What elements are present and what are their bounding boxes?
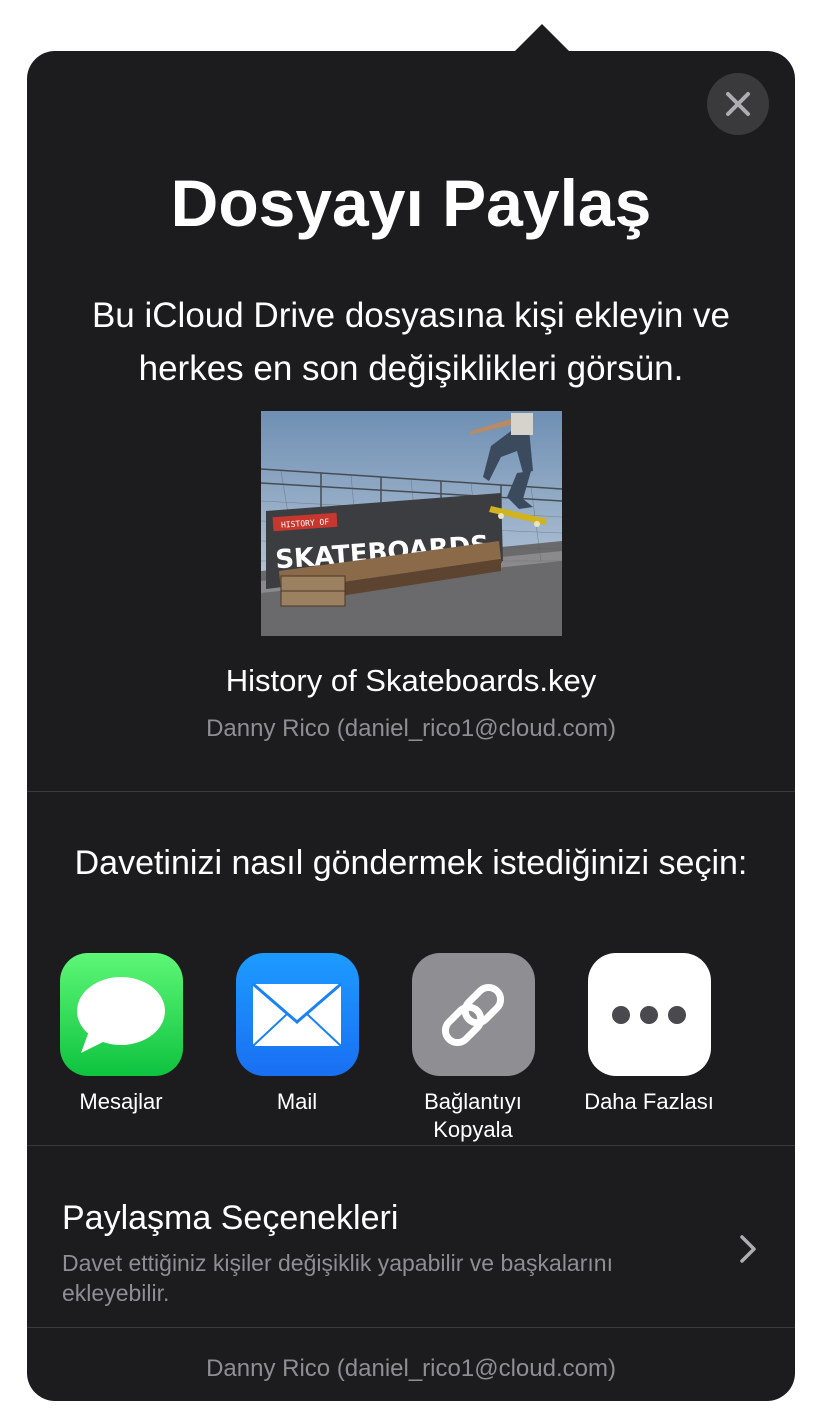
file-owner: Danny Rico (daniel_rico1@cloud.com)	[206, 715, 616, 742]
copy-link-button[interactable]: Bağlantıyı Kopyala	[385, 953, 561, 1144]
share-messages-button[interactable]: Mesajlar	[33, 953, 209, 1116]
file-thumbnail: HISTORY OF SKATEBOARDS	[261, 411, 562, 636]
dialog-title: Dosyayı Paylaş	[170, 166, 652, 240]
divider	[27, 1327, 795, 1328]
chevron-right-icon	[740, 1235, 756, 1263]
more-icon	[587, 953, 711, 1076]
copy-link-label: Bağlantıyı Kopyala	[424, 1089, 522, 1142]
share-messages-label: Mesajlar	[79, 1089, 163, 1114]
share-more-button[interactable]: Daha Fazlası	[561, 953, 737, 1116]
share-mail-label: Mail	[276, 1089, 318, 1114]
share-options-description: Davet ettiğiniz kişiler değişiklik yapab…	[62, 1250, 613, 1306]
divider	[27, 791, 795, 792]
messages-icon	[59, 953, 183, 1076]
invite-prompt: Davetinizi nasıl göndermek istediğinizi …	[74, 844, 748, 882]
dialog-subtitle: Bu iCloud Drive dosyasına kişi ekleyin v…	[91, 296, 731, 388]
close-button[interactable]	[707, 73, 769, 135]
share-file-sheet: Dosyayı Paylaş Bu iCloud Drive dosyasına…	[27, 51, 795, 1401]
popover-arrow	[513, 24, 571, 53]
share-options-title: Paylaşma Seçenekleri	[62, 1199, 399, 1237]
share-more-label: Daha Fazlası	[584, 1089, 714, 1114]
share-options-row[interactable]: Paylaşma Seçenekleri Davet ettiğiniz kiş…	[27, 1146, 795, 1327]
mail-icon	[235, 953, 359, 1076]
share-mail-button[interactable]: Mail	[209, 953, 385, 1116]
link-icon	[411, 953, 535, 1076]
footer-owner: Danny Rico (daniel_rico1@cloud.com)	[206, 1355, 616, 1382]
close-icon	[726, 92, 750, 116]
file-name: History of Skateboards.key	[225, 663, 597, 698]
